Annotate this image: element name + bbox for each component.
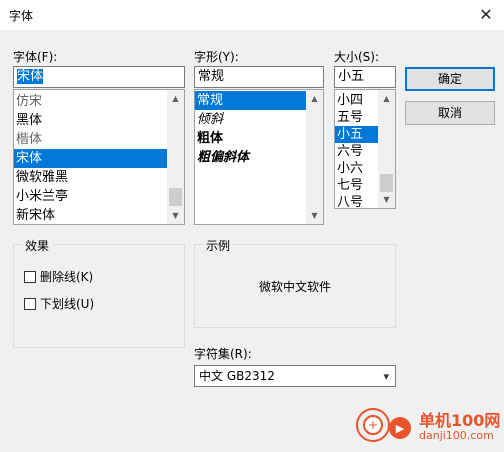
- list-item[interactable]: 黑体: [14, 111, 184, 130]
- style-list[interactable]: 常规 倾斜 粗体 粗偏斜体 ▲ ▼: [194, 89, 324, 225]
- scroll-up-icon[interactable]: ▲: [306, 90, 323, 107]
- svg-text:▶: ▶: [396, 422, 405, 435]
- window-title: 字体: [9, 9, 34, 23]
- list-item[interactable]: 楷体: [14, 130, 184, 149]
- list-item[interactable]: 新宋体: [14, 206, 184, 224]
- script-value: 中文 GB2312: [199, 369, 275, 383]
- style-input[interactable]: 常规: [194, 66, 324, 88]
- strikeout-checkbox[interactable]: 删除线(K): [24, 268, 93, 285]
- sample-group: 示例 微软中文软件: [194, 237, 396, 328]
- strikeout-label: 删除线(K): [40, 270, 94, 284]
- script-dropdown[interactable]: 中文 GB2312 ▾: [194, 365, 396, 387]
- cancel-button[interactable]: 取消: [405, 101, 495, 125]
- list-item-selected[interactable]: 小五: [335, 126, 378, 143]
- list-item[interactable]: 小米兰亭: [14, 187, 184, 206]
- scroll-thumb[interactable]: [380, 174, 393, 192]
- checkbox-icon[interactable]: [24, 270, 36, 283]
- font-list[interactable]: 仿宋 黑体 楷体 宋体 微软雅黑 小米兰亭 新宋体 ▲ ▼: [13, 89, 185, 225]
- size-input[interactable]: 小五: [334, 66, 396, 88]
- scroll-down-icon[interactable]: ▼: [167, 207, 184, 224]
- list-item[interactable]: 粗偏斜体: [195, 148, 323, 167]
- effects-title: 效果: [22, 237, 53, 254]
- style-label: 字形(Y):: [194, 50, 239, 64]
- scroll-up-icon[interactable]: ▲: [378, 90, 395, 107]
- scroll-down-icon[interactable]: ▼: [306, 207, 323, 224]
- script-label: 字符集(R):: [194, 347, 252, 361]
- scroll-up-icon[interactable]: ▲: [167, 90, 184, 107]
- svg-text:+: +: [368, 418, 378, 432]
- underline-checkbox[interactable]: 下划线(U): [24, 295, 94, 312]
- ok-button[interactable]: 确定: [405, 67, 495, 91]
- list-item[interactable]: 倾斜: [195, 110, 323, 129]
- size-list[interactable]: 小四 五号 小五 六号 小六 七号 八号 ▲ ▼: [334, 89, 396, 209]
- checkbox-icon[interactable]: [24, 297, 36, 310]
- sample-text: 微软中文软件: [258, 279, 331, 294]
- scroll-down-icon[interactable]: ▼: [378, 191, 395, 208]
- font-scrollbar[interactable]: ▲ ▼: [167, 90, 184, 224]
- watermark-url: danji100.com: [419, 429, 494, 442]
- font-input-value: 宋体: [17, 69, 44, 84]
- list-item-selected[interactable]: 宋体: [14, 149, 167, 168]
- list-item[interactable]: 粗体: [195, 129, 323, 148]
- font-dialog: 字体(F): 宋体 仿宋 黑体 楷体 宋体 微软雅黑 小米兰亭 新宋体 ▲ ▼ …: [0, 30, 504, 449]
- close-icon[interactable]: ✕: [468, 0, 504, 30]
- scroll-thumb[interactable]: [169, 188, 182, 206]
- style-scrollbar[interactable]: ▲ ▼: [306, 90, 323, 224]
- list-item[interactable]: 仿宋: [14, 92, 184, 111]
- underline-label: 下划线(U): [40, 297, 95, 311]
- watermark-logo: + ▶ 单机100网 danji100.com: [355, 398, 504, 449]
- title-bar: 字体 ✕: [0, 0, 504, 30]
- list-item[interactable]: 微软雅黑: [14, 168, 184, 187]
- font-label: 字体(F):: [13, 50, 58, 64]
- chevron-down-icon[interactable]: ▾: [383, 369, 389, 385]
- list-item-selected[interactable]: 常规: [195, 91, 306, 110]
- size-scrollbar[interactable]: ▲ ▼: [378, 90, 395, 208]
- watermark-name: 单机100网: [419, 411, 501, 430]
- size-label: 大小(S):: [334, 50, 380, 64]
- font-input[interactable]: 宋体: [13, 66, 185, 88]
